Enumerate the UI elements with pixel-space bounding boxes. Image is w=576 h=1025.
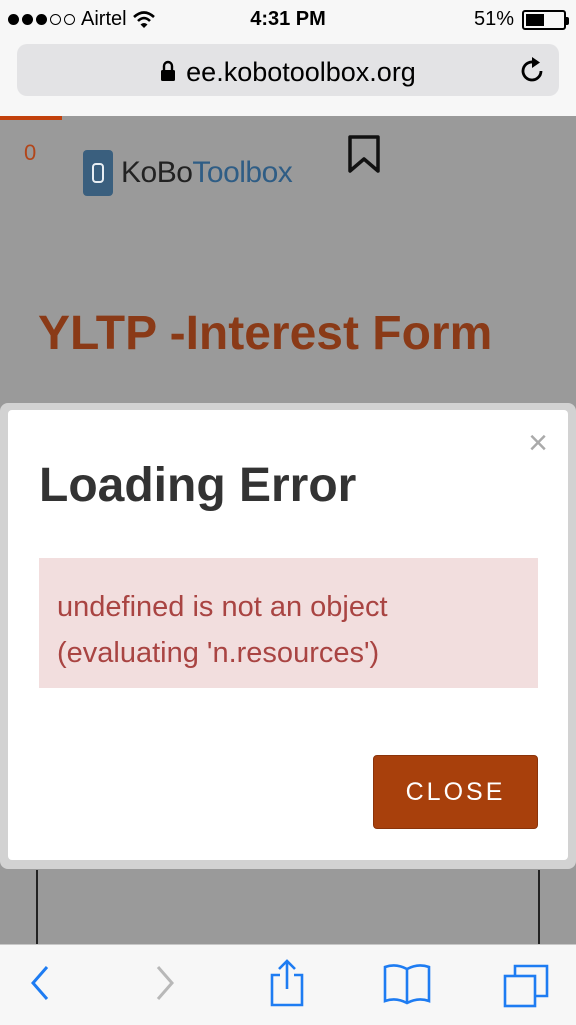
chevron-right-icon[interactable] [153,963,177,1003]
divider-right [538,870,540,944]
status-right: 51% [473,8,569,31]
logo-text-kobo: KoBo [121,156,193,189]
close-button[interactable]: CLOSE [373,755,538,829]
battery-percent: 51% [473,8,514,30]
error-message-line-1: undefined is not an object [57,591,388,623]
divider-left [36,870,38,944]
battery-icon [522,9,569,30]
logo-text-toolbox: Toolbox [192,156,293,189]
chevron-left-icon[interactable] [28,963,52,1003]
error-message: undefined is not an object (evaluating '… [39,558,538,688]
bookmark-icon[interactable] [347,134,381,174]
loading-error-dialog: × Loading Error undefined is not an obje… [8,410,568,860]
tabs-icon[interactable] [502,963,550,1009]
browser-address-area: ee.kobotoolbox.org [0,38,576,117]
kobotoolbox-logo: KoBoToolbox [83,150,293,196]
error-message-line-2: (evaluating 'n.resources') [57,637,380,669]
browser-toolbar [0,944,576,1025]
question-counter: 0 [24,140,37,165]
form-title: YLTP -Interest Form [38,307,493,360]
reload-icon[interactable] [519,55,547,85]
dialog-title: Loading Error [39,459,357,512]
status-bar: Airtel 4:31 PM 51% [0,0,576,38]
close-icon[interactable]: × [528,426,548,460]
url-text: ee.kobotoolbox.org [186,57,416,87]
share-icon[interactable] [268,959,306,1007]
lock-icon [161,60,176,81]
kobo-logo-icon [83,150,113,196]
page-progress-bar [0,116,62,120]
book-icon[interactable] [382,963,432,1005]
address-bar[interactable]: ee.kobotoolbox.org [17,44,559,96]
